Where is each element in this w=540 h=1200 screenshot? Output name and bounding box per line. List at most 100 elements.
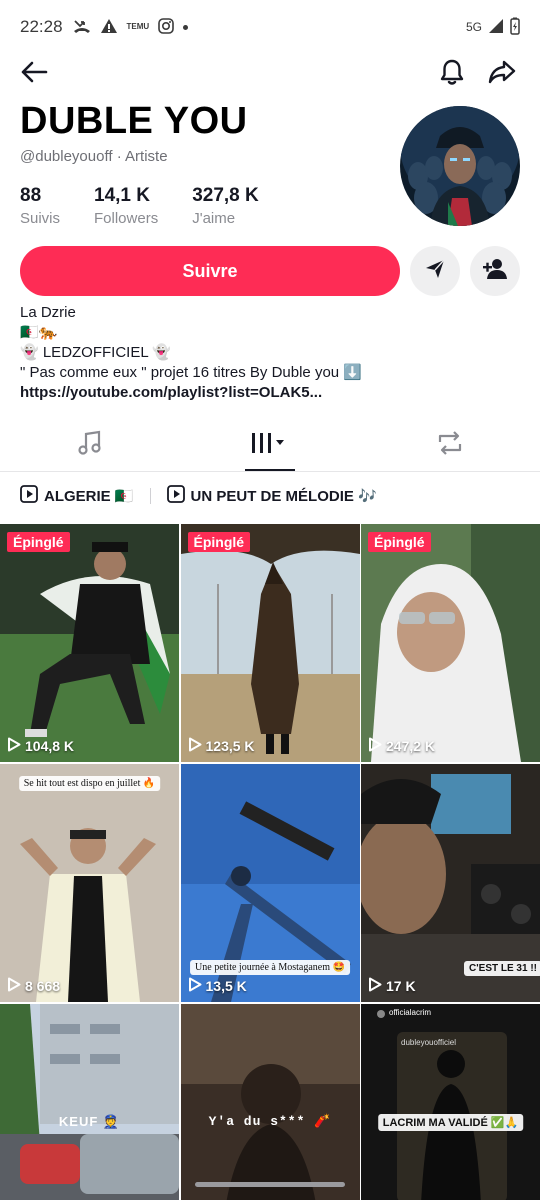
video-thumbnail[interactable]: Épinglé 104,8 K	[0, 524, 179, 762]
pinned-badge: Épinglé	[368, 532, 431, 552]
play-icon	[7, 737, 21, 755]
video-caption: LACRIM MA VALIDÉ ✅🙏	[377, 1114, 524, 1131]
stat-followers[interactable]: 14,1 K Followers	[94, 185, 158, 227]
view-count-text: 104,8 K	[25, 738, 75, 754]
video-thumbnail[interactable]: officialacrim dubleyouofficiel LACRIM MA…	[361, 1004, 540, 1200]
tab-videos[interactable]	[180, 420, 360, 471]
profile-stats: 88 Suivis 14,1 K Followers 327,8 K J'aim…	[20, 185, 259, 227]
message-button[interactable]	[410, 246, 460, 296]
signal-icon	[488, 18, 504, 37]
status-time: 22:28	[20, 17, 63, 36]
add-user-icon	[482, 258, 508, 285]
view-count: 17 K	[368, 977, 416, 995]
stat-following[interactable]: 88 Suivis	[20, 185, 60, 227]
profile-handle-row: @dubleyouoff · Artiste	[20, 148, 168, 165]
follow-button[interactable]: Suivre	[20, 246, 400, 296]
video-caption: Se hit tout est dispo en juillet 🔥	[18, 776, 161, 791]
stat-likes[interactable]: 327,8 K J'aime	[192, 185, 259, 227]
view-count-text: 13,5 K	[205, 978, 247, 994]
tab-reposts[interactable]	[360, 420, 540, 471]
status-system-icons: 5G	[466, 17, 520, 38]
warning-icon	[100, 18, 118, 37]
more-notifications-dot-icon	[183, 24, 189, 30]
view-count: 123,5 K	[188, 737, 255, 755]
share-profile-button[interactable]	[486, 58, 518, 90]
status-bar: 22:28 TEMU 5G	[0, 0, 540, 54]
video-caption: C'EST LE 31 !!	[464, 961, 540, 976]
temu-app-icon: TEMU	[126, 22, 150, 31]
video-thumbnail[interactable]: Épinglé 123,5 K	[180, 524, 360, 762]
network-type: 5G	[465, 20, 482, 34]
share-icon	[488, 59, 516, 90]
playlist-label: ALGERIE 🇩🇿	[44, 488, 134, 505]
bio-line: 👻 LEDZOFFICIEL 👻	[20, 344, 171, 361]
suggested-accounts-button[interactable]	[470, 246, 520, 296]
view-count: 247,2 K	[368, 737, 435, 755]
playlist-melodie[interactable]: UN PEUT DE MÉLODIE 🎶	[166, 485, 377, 507]
profile-bio: La Dzrie 🇩🇿🐅 👻 LEDZOFFICIEL 👻 " Pas comm…	[20, 303, 362, 403]
back-button[interactable]	[18, 58, 50, 90]
profile-category: Artiste	[125, 148, 168, 165]
video-thumbnail[interactable]: Se hit tout est dispo en juillet 🔥 8 668	[0, 764, 179, 1002]
bio-link[interactable]: https://youtube.com/playlist?list=OLAK5.…	[20, 383, 362, 403]
video-caption: KEUF 👮	[58, 1114, 121, 1129]
repost-icon	[436, 430, 464, 461]
arrow-left-icon	[20, 60, 48, 89]
active-tab-indicator	[245, 469, 295, 471]
missed-call-icon	[73, 18, 91, 37]
playlist-divider	[149, 488, 151, 504]
play-square-icon	[166, 485, 185, 507]
view-count-text: 247,2 K	[386, 738, 436, 754]
play-icon	[188, 737, 202, 755]
play-icon	[7, 977, 21, 995]
video-grid: Épinglé 104,8 K Épinglé 123,5 K Épinglé …	[0, 524, 540, 1200]
home-indicator[interactable]	[195, 1182, 345, 1187]
video-thumbnail[interactable]: Y'a du s*** 🧨	[180, 1004, 360, 1200]
profile-handle: @dubleyouoff	[20, 148, 113, 165]
grid-icon	[250, 431, 290, 460]
music-note-icon	[77, 430, 103, 461]
stat-value: 88	[20, 185, 42, 206]
playlist-label: UN PEUT DE MÉLODIE 🎶	[190, 488, 377, 505]
video-caption: Une petite journée à Mostaganem 🤩	[190, 960, 350, 975]
playlist-algerie[interactable]: ALGERIE 🇩🇿	[20, 485, 134, 507]
bio-line: 🇩🇿🐅	[20, 324, 58, 341]
view-count-text: 8 668	[25, 978, 61, 994]
top-navigation	[0, 54, 540, 94]
profile-display-name: DUBLE YOU	[20, 100, 248, 142]
send-message-icon	[424, 258, 446, 285]
notifications-button[interactable]	[436, 58, 468, 90]
separator-dot: ·	[116, 148, 122, 165]
play-icon	[368, 977, 382, 995]
stat-value: 14,1 K	[94, 185, 150, 206]
video-thumbnail[interactable]: C'EST LE 31 !! 17 K	[361, 764, 540, 1002]
tab-music[interactable]	[0, 420, 180, 471]
view-count-text: 17 K	[386, 978, 416, 994]
video-thumbnail[interactable]: Une petite journée à Mostaganem 🤩 13,5 K	[180, 764, 360, 1002]
bell-icon	[439, 58, 465, 91]
play-square-icon	[20, 485, 38, 507]
bio-line: " Pas comme eux " projet 16 titres By Du…	[20, 364, 362, 381]
video-thumbnail[interactable]: KEUF 👮	[0, 1004, 179, 1200]
pinned-badge: Épinglé	[187, 532, 251, 552]
video-thumbnail[interactable]: Épinglé 247,2 K	[361, 524, 540, 762]
battery-icon	[510, 17, 520, 38]
pinned-badge: Épinglé	[7, 532, 70, 552]
play-icon	[188, 977, 202, 995]
playlists-row: ALGERIE 🇩🇿 UN PEUT DE MÉLODIE 🎶	[20, 484, 377, 508]
avatar[interactable]	[400, 106, 520, 226]
stat-label: Followers	[94, 210, 159, 227]
instagram-icon	[158, 17, 175, 37]
profile-tabs	[0, 420, 540, 472]
play-icon	[368, 737, 382, 755]
tagged-account: dubleyouofficiel	[401, 1038, 457, 1047]
bio-line: La Dzrie	[20, 304, 76, 321]
stat-label: Suivis	[20, 210, 61, 227]
stat-label: J'aime	[192, 210, 236, 227]
view-count: 104,8 K	[7, 737, 74, 755]
view-count-text: 123,5 K	[205, 738, 255, 754]
tagged-account: officialacrim	[389, 1008, 432, 1017]
video-caption: Y'a du s*** 🧨	[208, 1114, 332, 1129]
status-notification-icons: TEMU	[73, 17, 189, 37]
stat-value: 327,8 K	[192, 185, 259, 206]
